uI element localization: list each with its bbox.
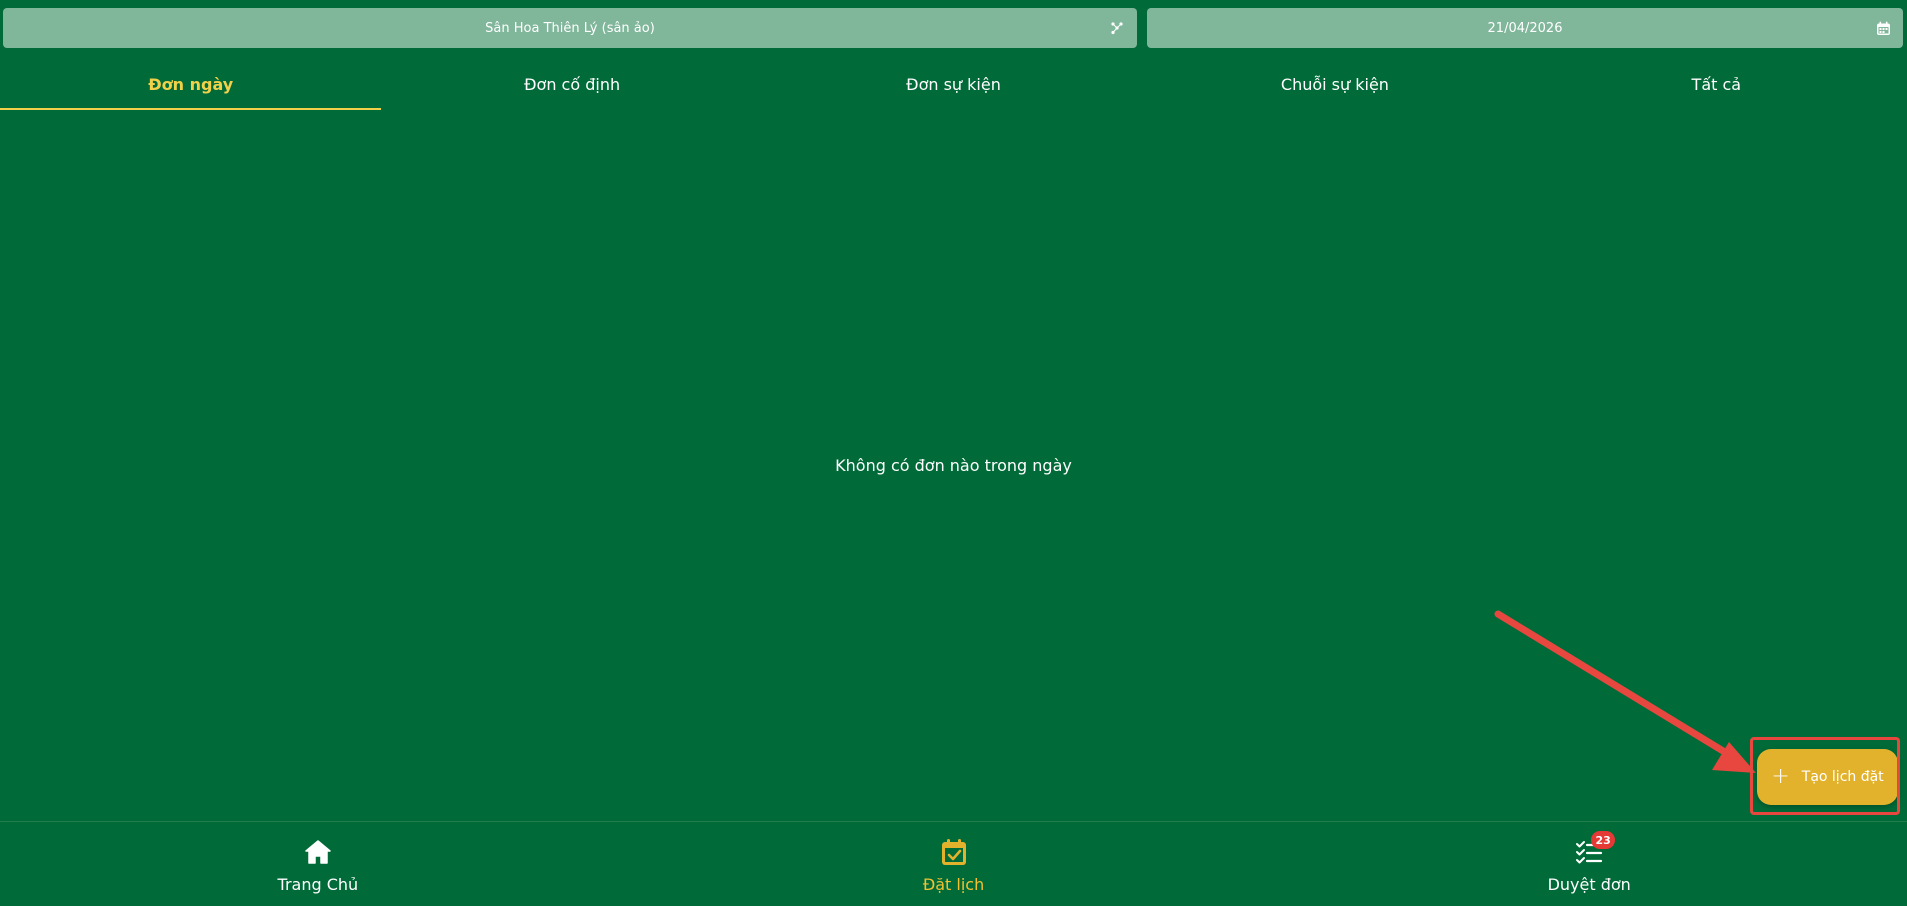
calendar-icon — [1875, 20, 1891, 36]
create-booking-label: Tạo lịch đặt — [1801, 769, 1884, 785]
plus-icon: + — [1771, 764, 1790, 789]
annotation-arrow — [1494, 610, 1756, 773]
tab-label: Chuỗi sự kiện — [1280, 75, 1389, 94]
nav-item-approve-orders[interactable]: 23 Duyệt đơn — [1271, 822, 1907, 906]
nav-item-booking[interactable]: Đặt lịch — [636, 822, 1272, 906]
tab-label: Đơn sự kiện — [906, 75, 1001, 94]
tab-label: Đơn cố định — [524, 75, 621, 94]
date-select[interactable]: 21/04/2026 — [1147, 8, 1903, 48]
calendar-check-icon — [939, 837, 969, 867]
order-type-tabs: Đơn ngày Đơn cố định Đơn sự kiện Chuỗi s… — [0, 62, 1907, 110]
date-select-value: 21/04/2026 — [1487, 20, 1563, 36]
field-select[interactable]: Sân Hoa Thiên Lý (sân ảo) — [3, 8, 1137, 48]
top-bar: Sân Hoa Thiên Lý (sân ảo) 21/04/2026 — [0, 0, 1907, 56]
tab-daily-orders[interactable]: Đơn ngày — [0, 62, 382, 110]
empty-state-message: Không có đơn nào trong ngày — [835, 456, 1072, 475]
tab-label: Đơn ngày — [148, 75, 234, 94]
tab-fixed-orders[interactable]: Đơn cố định — [381, 62, 762, 110]
app-root: Sân Hoa Thiên Lý (sân ảo) 21/04/2026 Đơn… — [0, 0, 1907, 906]
nav-item-label: Trang Chủ — [277, 875, 359, 894]
nav-item-home[interactable]: Trang Chủ — [0, 822, 636, 906]
notification-badge: 23 — [1591, 831, 1616, 849]
home-icon — [303, 837, 333, 867]
bottom-nav: Trang Chủ Đặt lịch 23 Duyệt đơn — [0, 821, 1907, 906]
tree-network-icon — [1109, 20, 1125, 36]
tab-event-series[interactable]: Chuỗi sự kiện — [1144, 62, 1525, 110]
tab-label: Tất cả — [1691, 75, 1742, 94]
create-booking-button[interactable]: + Tạo lịch đặt — [1757, 749, 1898, 805]
field-select-value: Sân Hoa Thiên Lý (sân ảo) — [485, 20, 655, 36]
tab-event-orders[interactable]: Đơn sự kiện — [763, 62, 1144, 110]
nav-item-label: Đặt lịch — [922, 875, 985, 894]
tab-all[interactable]: Tất cả — [1526, 62, 1907, 110]
nav-item-label: Duyệt đơn — [1547, 875, 1631, 894]
checklist-icon: 23 — [1574, 831, 1616, 867]
